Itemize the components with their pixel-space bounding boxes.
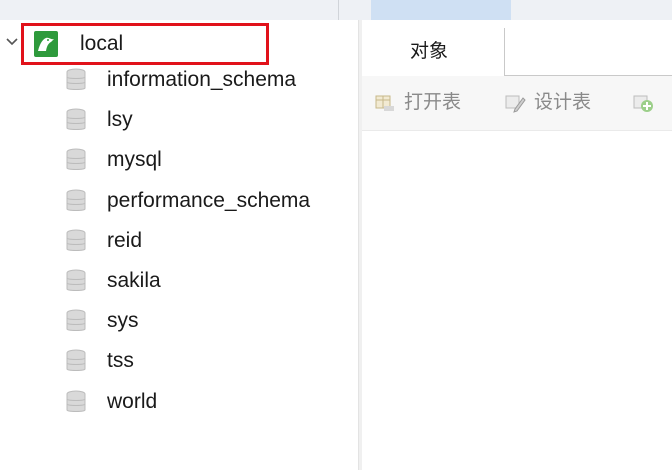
database-item-tss[interactable]: tss	[0, 345, 358, 377]
database-icon	[66, 349, 86, 371]
database-item-sys[interactable]: sys	[0, 305, 358, 337]
database-icon	[66, 309, 86, 331]
database-label: sys	[107, 309, 139, 332]
database-icon	[66, 148, 86, 170]
database-icon	[66, 390, 86, 412]
database-item-mysql[interactable]: mysql	[0, 144, 358, 176]
database-icon	[66, 68, 86, 90]
design-table-icon	[505, 95, 526, 113]
database-icon	[66, 108, 86, 130]
database-label: world	[107, 390, 158, 413]
tab-strip-empty	[504, 28, 672, 76]
toolbar-separator	[338, 0, 339, 20]
tab-objects-label: 对象	[410, 41, 449, 62]
open-table-icon	[375, 95, 394, 111]
database-item-information-schema[interactable]: information_schema	[0, 64, 358, 96]
database-label: tss	[107, 349, 134, 372]
expand-arrow-icon[interactable]	[5, 34, 19, 48]
database-label: reid	[107, 229, 143, 252]
database-item-world[interactable]: world	[0, 386, 358, 418]
database-item-reid[interactable]: reid	[0, 225, 358, 257]
database-label: performance_schema	[107, 189, 311, 212]
database-icon	[66, 229, 86, 251]
new-table-icon	[633, 95, 653, 112]
navigation-tree: local information_schema lsy mysql performa…	[0, 20, 358, 470]
database-item-performance-schema[interactable]: performance_schema	[0, 185, 358, 217]
open-table-label: 打开表	[404, 92, 462, 113]
object-panel: 对象 打开表 设计表	[362, 20, 672, 470]
tab-objects[interactable]: 对象	[362, 28, 504, 76]
selection-highlight-box	[21, 23, 269, 65]
database-item-sakila[interactable]: sakila	[0, 265, 358, 297]
database-icon	[66, 189, 86, 211]
database-label: information_schema	[107, 68, 297, 91]
database-label: sakila	[107, 269, 161, 292]
top-toolbar-strip	[0, 0, 672, 21]
database-icon	[66, 269, 86, 291]
object-toolbar: 打开表 设计表	[362, 76, 672, 131]
database-label: lsy	[107, 108, 133, 131]
database-item-lsy[interactable]: lsy	[0, 104, 358, 136]
active-top-tab[interactable]	[371, 0, 511, 20]
design-table-label: 设计表	[534, 92, 592, 113]
database-label: mysql	[107, 148, 162, 171]
